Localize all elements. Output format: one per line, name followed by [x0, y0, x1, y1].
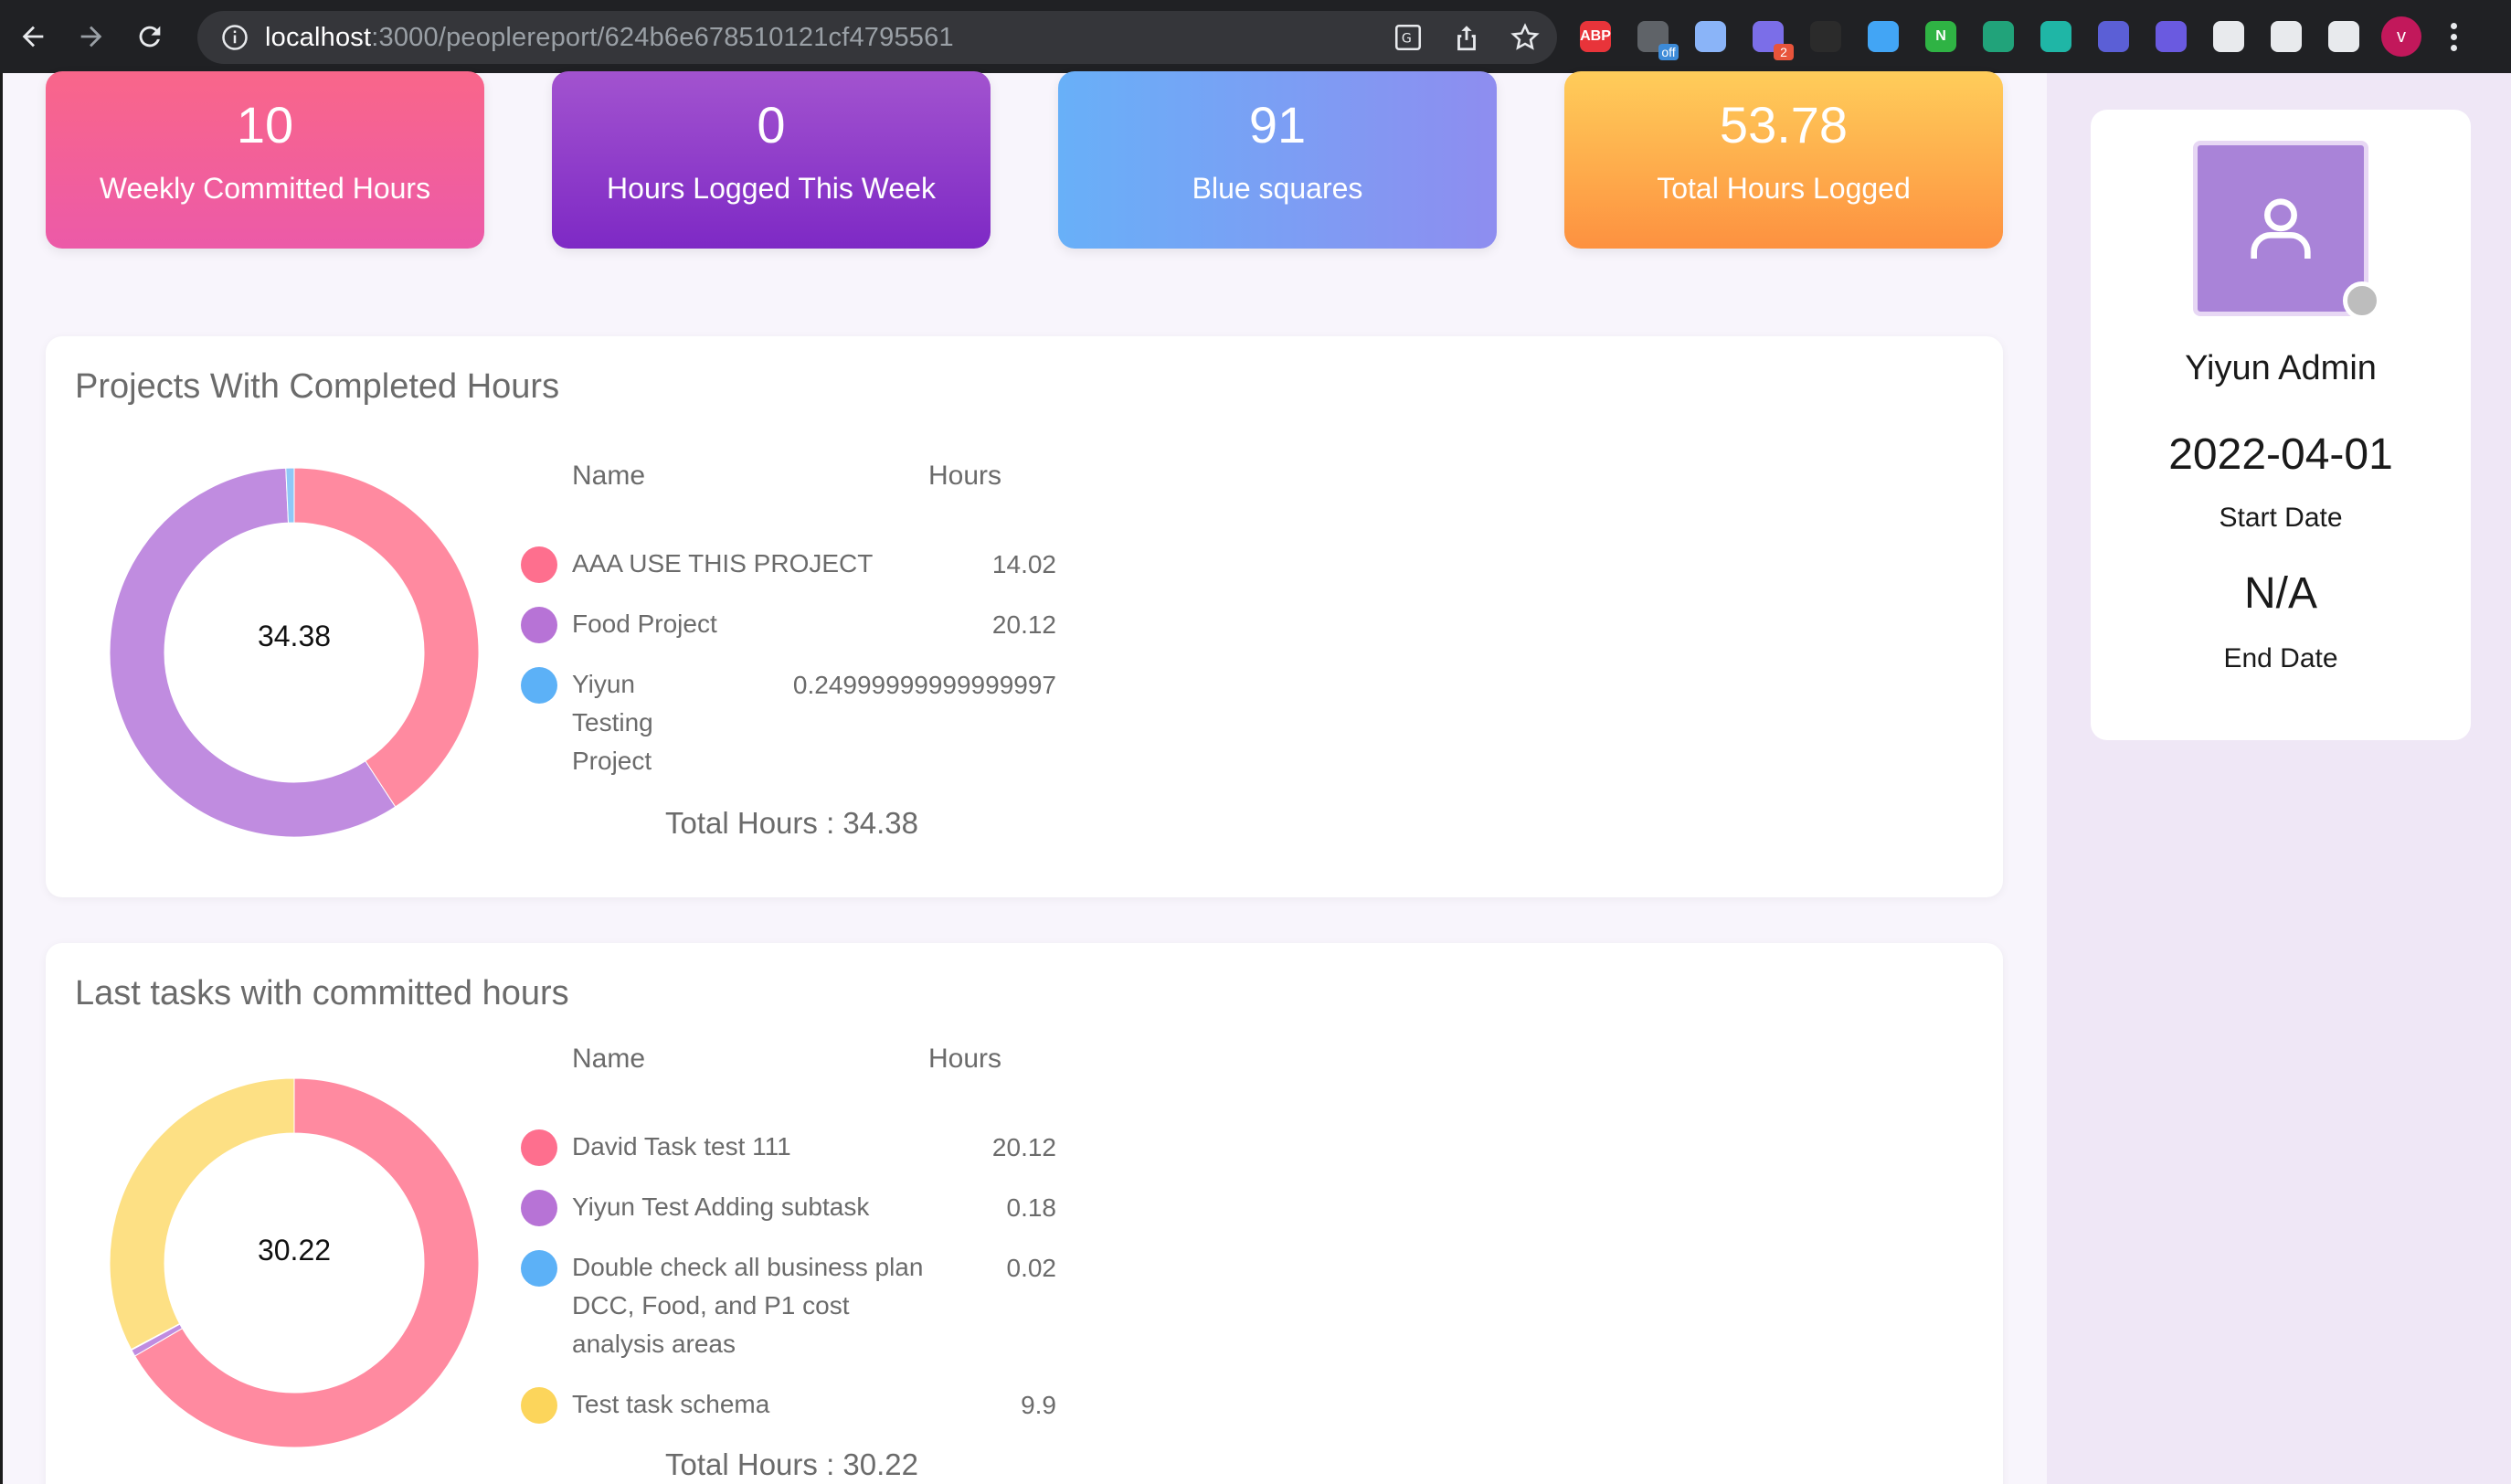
legend-swatch — [521, 667, 557, 704]
stat-value: 10 — [236, 96, 294, 154]
profile-start-date-label: Start Date — [2219, 503, 2343, 533]
profile-end-date-label: End Date — [2223, 643, 2338, 673]
legend-item-hours: 14.02 — [991, 550, 1056, 578]
projects-total-hours: Total Hours : 34.38 — [665, 806, 918, 840]
files-icon[interactable] — [1690, 16, 1731, 57]
share-icon[interactable] — [1451, 22, 1482, 53]
legend-item-hours: 20.12 — [991, 610, 1056, 639]
extension-badge: off — [1658, 44, 1679, 60]
tasks-col-name: Name — [572, 1044, 646, 1074]
reload-button[interactable] — [124, 11, 175, 62]
legend-item-hours: 0.02 — [1006, 1254, 1057, 1282]
chat-icon-glyph — [2040, 21, 2071, 52]
extension-badge: 2 — [1774, 44, 1794, 60]
browser-profile-avatar[interactable]: v — [2381, 16, 2421, 57]
reading-list-icon-glyph — [2271, 21, 2302, 52]
extensions-icon-glyph — [2213, 21, 2244, 52]
legend-item-hours: 0.18 — [1006, 1193, 1057, 1222]
donut-slice-4[interactable] — [110, 1078, 295, 1351]
projects-col-name: Name — [572, 461, 646, 491]
arrow-left-icon — [22, 26, 44, 48]
tasks-col-hours: Hours — [928, 1044, 1002, 1074]
puzzle-burst-icon[interactable]: 2 — [1748, 16, 1794, 60]
forward-icon-glyph — [1868, 21, 1899, 52]
star-icon[interactable] — [1510, 22, 1541, 53]
stat-label: Hours Logged This Week — [607, 172, 936, 205]
legend-swatch — [521, 1129, 557, 1166]
url-host: localhost — [265, 22, 372, 52]
profile-name: Yiyun Admin — [2185, 349, 2377, 387]
cube-icon-glyph — [1810, 21, 1841, 52]
projects-panel-title: Projects With Completed Hours — [75, 367, 560, 406]
forward-icon[interactable] — [1863, 16, 1903, 57]
legend-swatch — [521, 1387, 557, 1424]
info-icon[interactable] — [221, 24, 249, 51]
browser-menu-icon[interactable] — [2440, 16, 2467, 57]
profile-avatar — [2193, 141, 2368, 316]
stat-value: 91 — [1248, 96, 1307, 154]
profile-card: Yiyun Admin 2022-04-01 Start Date N/A En… — [2091, 110, 2471, 740]
legend-swatch — [521, 546, 557, 583]
profile-end-date: N/A — [2243, 569, 2317, 618]
projects-donut-center-label: 34.38 — [257, 620, 332, 652]
cube-icon[interactable] — [1806, 16, 1846, 57]
tasks-panel-title: Last tasks with committed hours — [75, 974, 569, 1012]
projects-col-hours: Hours — [928, 461, 1002, 491]
tasks-panel: Last tasks with committed hours 30.22 Na… — [46, 943, 2003, 1484]
user-icon — [2251, 198, 2311, 259]
tasks-donut-center-label: 30.22 — [257, 1234, 332, 1267]
extensions-row: ABP off 2 Nv — [1575, 0, 2467, 73]
chat-icon[interactable] — [2036, 16, 2076, 57]
tasks-total-hours: Total Hours : 30.22 — [665, 1447, 918, 1481]
legend-item-hours: 0.24999999999999997 — [792, 671, 1056, 699]
extensions-icon[interactable] — [2209, 16, 2249, 57]
legend-item-hours: 9.9 — [1021, 1391, 1056, 1419]
n-icon[interactable]: N — [1921, 16, 1961, 57]
color-picker-icon[interactable] — [2151, 16, 2191, 57]
stat-value: 53.78 — [1719, 96, 1849, 154]
files-icon-glyph — [1695, 21, 1726, 52]
projects-panel: Projects With Completed Hours 34.38 Name… — [46, 336, 2003, 897]
legend-item-name: Yiyun Testing Project — [572, 670, 653, 775]
stat-card-total-hours: 53.78 Total Hours Logged — [1564, 71, 2003, 249]
legend-item-name: Food Project — [572, 610, 717, 638]
globe-icon[interactable] — [2093, 16, 2134, 57]
side-panel-icon[interactable] — [2324, 16, 2364, 57]
legend-item-hours: 20.12 — [991, 1133, 1056, 1161]
translate-icon[interactable]: G — [1393, 22, 1424, 53]
stat-card-weekly-committed: 10 Weekly Committed Hours — [46, 71, 484, 249]
reload-icon — [139, 26, 161, 48]
url-path: :3000/peoplereport/624b6e678510121cf4795… — [371, 22, 954, 52]
stat-value: 0 — [757, 96, 786, 154]
legend-swatch — [521, 1190, 557, 1226]
hex-icon-glyph — [1983, 21, 2014, 52]
adblock-icon[interactable]: ABP — [1575, 16, 1616, 57]
globe-icon-glyph — [2098, 21, 2129, 52]
stat-card-hours-logged-week: 0 Hours Logged This Week — [552, 71, 991, 249]
forward-button[interactable] — [66, 11, 117, 62]
url-text: localhost:3000/peoplereport/624b6e678510… — [265, 23, 954, 53]
legend-swatch — [521, 607, 557, 643]
flag-off-icon[interactable]: off — [1633, 16, 1679, 60]
arrow-right-icon — [80, 26, 102, 48]
back-button[interactable] — [7, 11, 58, 62]
status-indicator — [2343, 281, 2381, 320]
svg-text:G: G — [1402, 32, 1412, 47]
stat-card-blue-squares[interactable]: 91 Blue squares — [1058, 71, 1497, 249]
side-panel-icon-glyph — [2328, 21, 2359, 52]
browser-toolbar: localhost:3000/peoplereport/624b6e678510… — [0, 0, 2511, 73]
adblock-icon-glyph: ABP — [1580, 21, 1611, 52]
legend-swatch — [521, 1250, 557, 1287]
address-bar[interactable]: localhost:3000/peoplereport/624b6e678510… — [197, 11, 1557, 64]
hex-icon[interactable] — [1978, 16, 2018, 57]
stat-label: Blue squares — [1192, 172, 1363, 205]
stat-label: Weekly Committed Hours — [99, 172, 431, 205]
reading-list-icon[interactable] — [2266, 16, 2306, 57]
page-edge — [0, 73, 3, 1484]
n-icon-glyph: N — [1925, 21, 1956, 52]
color-picker-icon-glyph — [2156, 21, 2187, 52]
profile-start-date: 2022-04-01 — [2168, 430, 2393, 479]
stat-label: Total Hours Logged — [1657, 172, 1911, 205]
